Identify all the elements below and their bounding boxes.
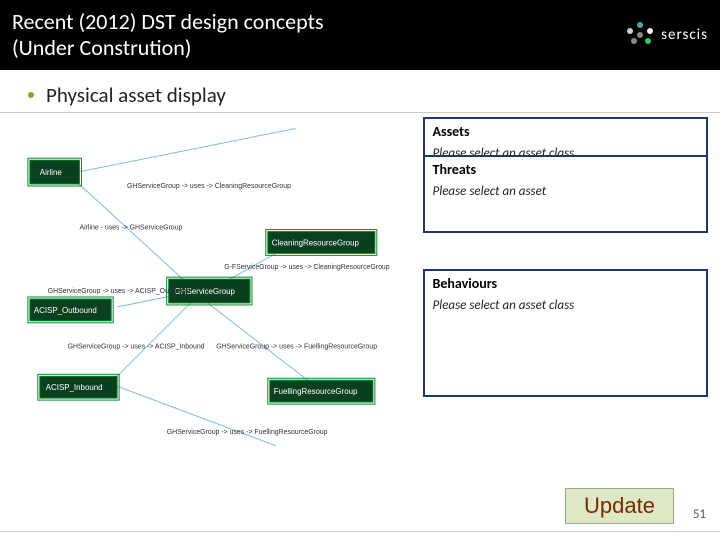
- edge-label: GHServiceGroup -> uses -> ACISP_Inbound: [68, 344, 205, 351]
- title-line-1: Recent (2012) DST design concepts: [12, 8, 324, 35]
- footer-divider: [0, 531, 720, 532]
- edge-label: Airline - uses -> GHServiceGroup: [79, 225, 182, 232]
- title-line-2: (Under Constrution): [12, 34, 191, 61]
- slide-title: Recent (2012) DST design concepts (Under…: [12, 9, 324, 62]
- title-bar: Recent (2012) DST design concepts (Under…: [0, 0, 720, 70]
- svg-text:FuellingResourceGroup: FuellingResourceGroup: [274, 387, 358, 396]
- node-cleaning[interactable]: CleaningResourceGroup: [266, 230, 377, 256]
- panel-behaviours-body: Please select an asset class: [425, 296, 706, 321]
- node-fuelling[interactable]: FuellingResourceGroup: [268, 378, 375, 404]
- node-airline[interactable]: Airline: [28, 158, 82, 186]
- panel-assets-title: Assets: [425, 119, 706, 144]
- panel-threats[interactable]: Threats Please select an asset: [423, 155, 708, 233]
- edge-label: G-FServiceGroup -> uses -> CleaningResou…: [224, 264, 390, 271]
- panel-behaviours-title: Behaviours: [425, 271, 706, 296]
- panel-threats-title: Threats: [425, 157, 706, 182]
- bullet-icon: [28, 92, 34, 98]
- update-button[interactable]: Update: [565, 488, 674, 524]
- diagram-canvas: Airline GHServiceGroup ACISP_Outbound AC…: [18, 117, 415, 477]
- panel-behaviours[interactable]: Behaviours Please select an asset class: [423, 269, 708, 397]
- logo-text: serscis: [661, 26, 708, 44]
- edge-label: GHServiceGroup -> uses -> CleaningResour…: [127, 183, 291, 190]
- brand-logo: serscis: [625, 20, 708, 50]
- page-number: 51: [693, 507, 706, 522]
- bullet-item: Physical asset display: [0, 70, 720, 113]
- node-acisp-inbound[interactable]: ACISP_Inbound: [38, 374, 119, 400]
- edge-label: GHServiceGroup -> uses -> ACISP_Outbound: [48, 288, 191, 295]
- svg-text:CleaningResourceGroup: CleaningResourceGroup: [272, 238, 360, 247]
- logo-icon: [625, 20, 655, 50]
- bullet-text: Physical asset display: [46, 82, 226, 108]
- svg-text:ACISP_Outbound: ACISP_Outbound: [34, 306, 97, 315]
- edge-label: GHServiceGroup -> uses -> FuellingResour…: [216, 344, 377, 351]
- edge-label: GHServiceGroup -> uses -> FuellingResour…: [167, 429, 328, 436]
- side-panels: Assets Please select an asset class Thre…: [423, 117, 708, 477]
- svg-text:ACISP_Inbound: ACISP_Inbound: [46, 383, 103, 392]
- node-acisp-outbound[interactable]: ACISP_Outbound: [28, 297, 113, 323]
- panel-threats-body: Please select an asset: [425, 182, 706, 207]
- svg-text:Airline: Airline: [40, 168, 63, 177]
